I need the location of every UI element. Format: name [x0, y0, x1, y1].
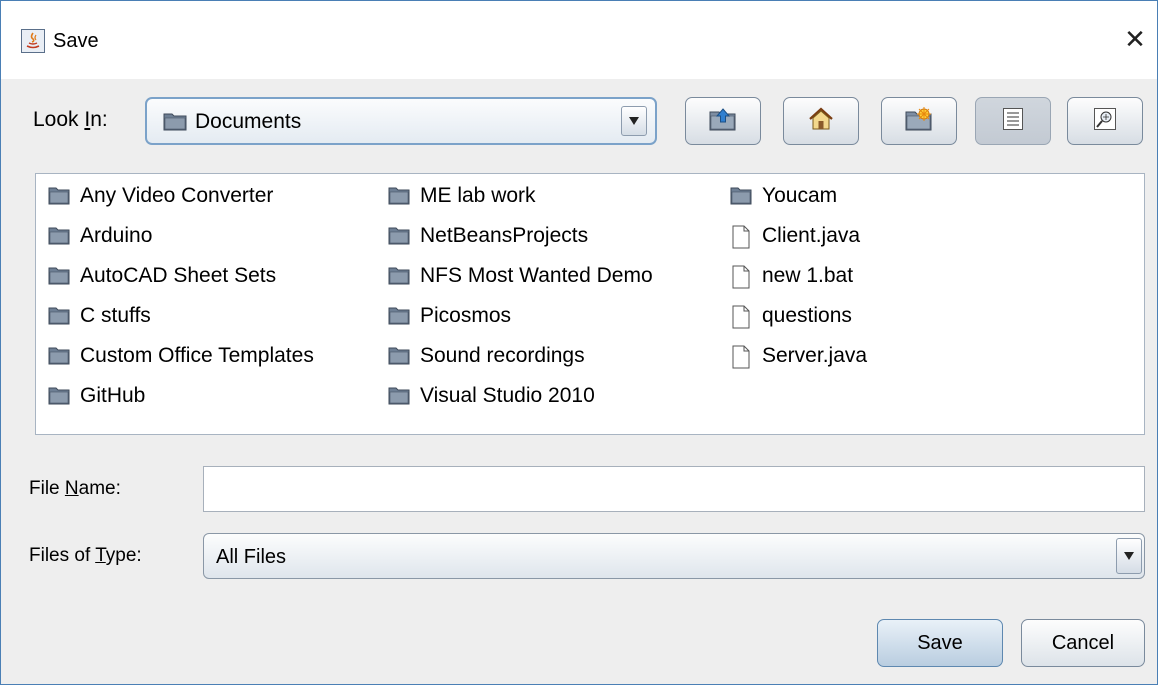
chevron-down-icon[interactable]: [621, 106, 647, 136]
list-item[interactable]: ME lab work: [388, 180, 536, 212]
list-item-label: NFS Most Wanted Demo: [420, 264, 653, 287]
list-item-label: new 1.bat: [762, 264, 854, 287]
folder-icon: [163, 111, 187, 136]
list-item[interactable]: Arduino: [48, 220, 152, 252]
list-item-label: Custom Office Templates: [80, 344, 314, 367]
folder-icon: [48, 305, 70, 327]
list-item-label: Youcam: [762, 184, 838, 207]
list-view-button[interactable]: [975, 97, 1051, 145]
list-item-label: Client.java: [762, 224, 861, 247]
cancel-button[interactable]: Cancel: [1021, 619, 1145, 667]
file-type-label: Files of Type:: [29, 545, 142, 566]
list-item-label: NetBeansProjects: [420, 224, 589, 247]
save-dialog: Save ✕ Look In: Documents Any Video Conv…: [0, 0, 1158, 685]
list-item[interactable]: Visual Studio 2010: [388, 380, 595, 412]
file-icon: [730, 225, 752, 249]
folder-icon: [48, 225, 70, 247]
up-one-level-button[interactable]: [685, 97, 761, 145]
look-in-value: Documents: [195, 110, 302, 133]
list-item-label: Picosmos: [420, 304, 512, 327]
list-item[interactable]: C stuffs: [48, 300, 151, 332]
file-name-label: File Name:: [29, 478, 121, 499]
folder-icon: [48, 265, 70, 287]
list-item[interactable]: AutoCAD Sheet Sets: [48, 260, 276, 292]
look-in-label: Look In:: [33, 108, 108, 131]
list-item-label: Arduino: [80, 224, 153, 247]
list-item[interactable]: GitHub: [48, 380, 145, 412]
folder-icon: [388, 385, 410, 407]
list-item[interactable]: Custom Office Templates: [48, 340, 314, 372]
create-new-folder-button[interactable]: [881, 97, 957, 145]
folder-icon: [730, 185, 752, 207]
list-item[interactable]: Youcam: [730, 180, 837, 212]
close-icon: ✕: [1124, 25, 1146, 55]
list-item[interactable]: Picosmos: [388, 300, 511, 332]
folder-icon: [388, 185, 410, 207]
look-in-dropdown[interactable]: Documents: [145, 97, 657, 145]
list-item[interactable]: Sound recordings: [388, 340, 585, 372]
folder-icon: [388, 265, 410, 287]
list-view-icon: [1003, 107, 1023, 135]
list-item-label: questions: [762, 304, 852, 327]
list-item[interactable]: new 1.bat: [730, 260, 853, 292]
dialog-body: Look In: Documents Any Video Converter A…: [1, 79, 1157, 684]
file-icon: [730, 305, 752, 329]
file-icon: [730, 345, 752, 369]
list-item-label: Server.java: [762, 344, 868, 367]
folder-icon: [48, 385, 70, 407]
folder-icon: [388, 345, 410, 367]
list-item[interactable]: NFS Most Wanted Demo: [388, 260, 653, 292]
close-button[interactable]: ✕: [1113, 17, 1157, 63]
folder-icon: [48, 345, 70, 367]
file-list[interactable]: Any Video Converter Arduino AutoCAD Shee…: [35, 173, 1145, 435]
chevron-down-icon[interactable]: [1116, 538, 1142, 574]
file-name-input[interactable]: [203, 466, 1145, 512]
save-button[interactable]: Save: [877, 619, 1003, 667]
home-icon: [807, 106, 835, 137]
folder-up-icon: [708, 106, 738, 137]
folder-icon: [388, 225, 410, 247]
list-item-label: Any Video Converter: [80, 184, 274, 207]
list-item[interactable]: NetBeansProjects: [388, 220, 588, 252]
folder-icon: [388, 305, 410, 327]
folder-icon: [48, 185, 70, 207]
list-item[interactable]: Server.java: [730, 340, 867, 372]
file-icon: [730, 265, 752, 289]
list-item-label: C stuffs: [80, 304, 151, 327]
details-view-icon: [1094, 107, 1116, 135]
home-button[interactable]: [783, 97, 859, 145]
list-item[interactable]: questions: [730, 300, 852, 332]
list-item-label: AutoCAD Sheet Sets: [80, 264, 277, 287]
list-item-label: Visual Studio 2010: [420, 384, 595, 407]
details-view-button[interactable]: [1067, 97, 1143, 145]
file-type-value: All Files: [216, 546, 287, 568]
java-app-icon: [21, 29, 45, 53]
list-item[interactable]: Client.java: [730, 220, 860, 252]
list-item[interactable]: Any Video Converter: [48, 180, 273, 212]
list-item-label: GitHub: [80, 384, 146, 407]
list-item-label: ME lab work: [420, 184, 536, 207]
file-type-dropdown[interactable]: All Files: [203, 533, 1145, 579]
window-title: Save: [53, 30, 99, 52]
new-folder-icon: [904, 106, 934, 137]
title-bar: Save ✕: [1, 1, 1157, 79]
list-item-label: Sound recordings: [420, 344, 585, 367]
